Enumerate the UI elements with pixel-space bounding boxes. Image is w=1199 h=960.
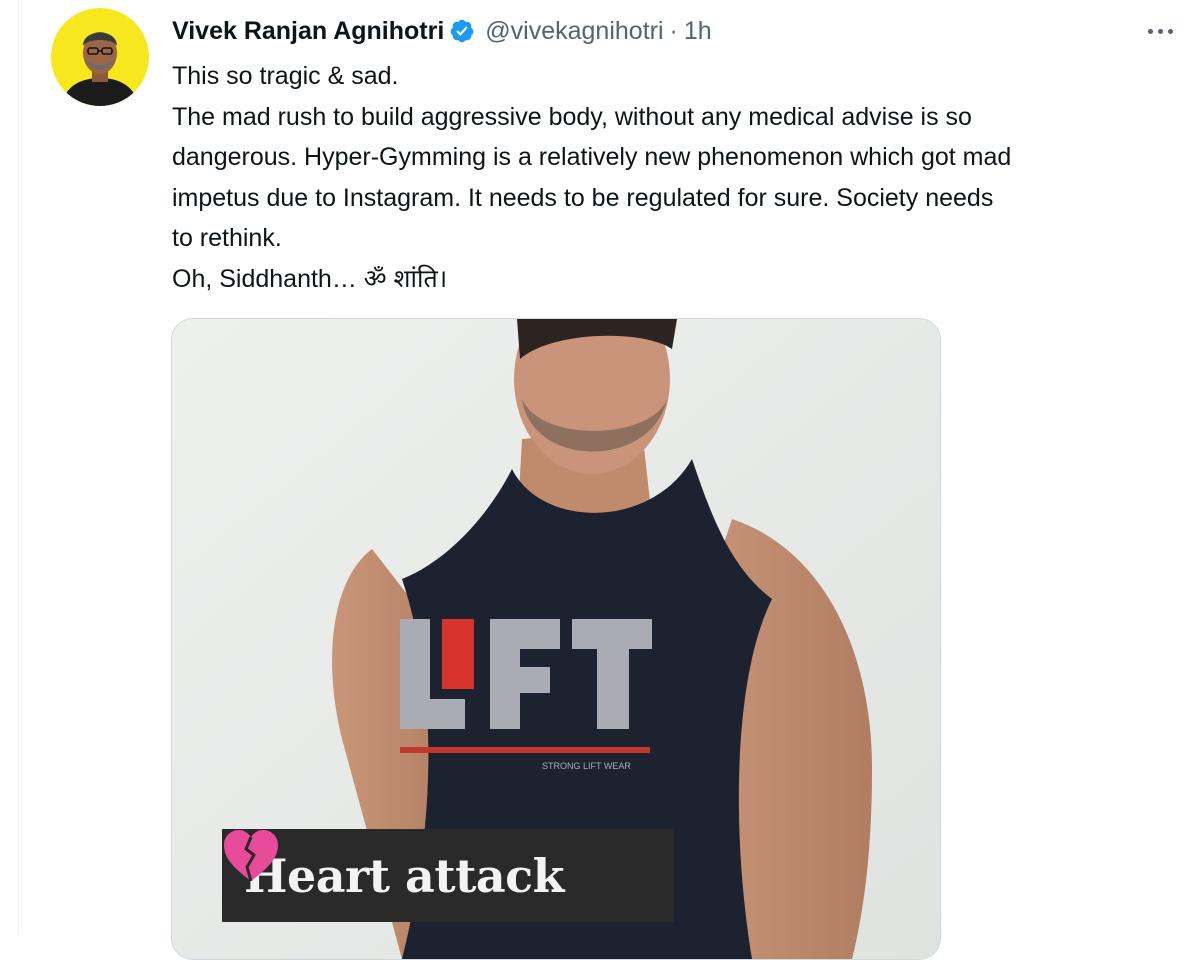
tweet-text-line: to rethink. [172, 224, 282, 252]
svg-text:STRONG LIFT WEAR: STRONG LIFT WEAR [542, 761, 631, 771]
tweet-header: Vivek Ranjan Agnihotri @vivekagnihotri ·… [172, 14, 712, 48]
broken-heart-icon [224, 830, 636, 903]
media-caption-box: Heart attack [222, 829, 674, 922]
tweet-text-line: The mad rush to build aggressive body, w… [172, 102, 972, 131]
media-caption-text: Heart attack [244, 848, 565, 903]
tweet-text: This so tragic & sad. The mad rush to bu… [172, 56, 1182, 299]
tweet-text-line: impetus due to Instagram. It needs to be… [172, 183, 994, 212]
tweet-text-line: Oh, Siddhanth… ॐ शांति। [172, 264, 448, 293]
tweet-timestamp[interactable]: 1h [684, 17, 712, 46]
author-display-name[interactable]: Vivek Ranjan Agnihotri [172, 17, 444, 46]
timeline-border [18, 0, 19, 935]
tweet-media-image[interactable]: STRONG LIFT WEAR Heart attack [171, 318, 941, 960]
separator-dot: · [669, 16, 678, 45]
author-avatar[interactable] [51, 8, 149, 106]
tweet-text-line: This so tragic & sad. [172, 62, 399, 90]
verified-badge-icon [449, 18, 475, 44]
tweet-text-line: dangerous. Hyper-Gymming is a relatively… [172, 143, 1012, 171]
more-options-icon[interactable] [1148, 22, 1184, 40]
author-handle[interactable]: @vivekagnihotri [485, 17, 663, 46]
